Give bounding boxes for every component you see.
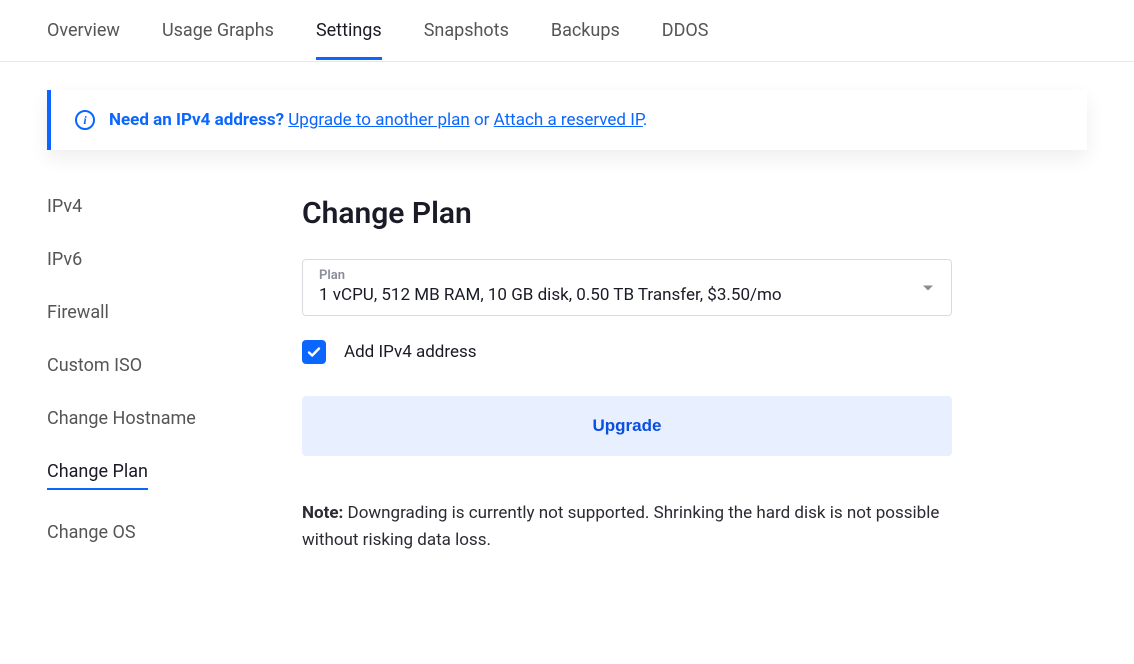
check-icon [306, 344, 322, 360]
note-text: Downgrading is currently not supported. … [302, 503, 939, 550]
plan-select-label: Plan [319, 268, 935, 283]
add-ipv4-label: Add IPv4 address [344, 342, 477, 362]
add-ipv4-row: Add IPv4 address [302, 340, 952, 364]
top-tabs: Overview Usage Graphs Settings Snapshots… [0, 0, 1134, 62]
settings-sidebar: IPv4 IPv6 Firewall Custom ISO Change Hos… [47, 196, 242, 554]
alert-middle: or [474, 110, 494, 130]
note-bold: Note: [302, 503, 343, 523]
sidebar-item-firewall[interactable]: Firewall [47, 302, 109, 323]
sidebar-item-change-plan[interactable]: Change Plan [47, 461, 148, 490]
tab-usage-graphs[interactable]: Usage Graphs [162, 2, 274, 59]
alert-link-attach-ip[interactable]: Attach a reserved IP [494, 110, 643, 130]
tab-settings[interactable]: Settings [316, 2, 382, 59]
sidebar-item-ipv6[interactable]: IPv6 [47, 249, 82, 270]
content-panel: Change Plan Plan 1 vCPU, 512 MB RAM, 10 … [302, 196, 952, 554]
tab-backups[interactable]: Backups [551, 2, 620, 59]
chevron-down-icon [923, 285, 933, 290]
alert-link-upgrade-plan[interactable]: Upgrade to another plan [288, 110, 469, 130]
info-icon [75, 110, 95, 130]
plan-select-value: 1 vCPU, 512 MB RAM, 10 GB disk, 0.50 TB … [319, 285, 935, 305]
alert-container: Need an IPv4 address? Upgrade to another… [0, 62, 1134, 150]
upgrade-button[interactable]: Upgrade [302, 396, 952, 456]
tab-overview[interactable]: Overview [47, 2, 120, 59]
sidebar-item-custom-iso[interactable]: Custom ISO [47, 355, 142, 376]
plan-select[interactable]: Plan 1 vCPU, 512 MB RAM, 10 GB disk, 0.5… [302, 259, 952, 316]
sidebar-item-change-hostname[interactable]: Change Hostname [47, 408, 196, 429]
ipv4-alert: Need an IPv4 address? Upgrade to another… [47, 90, 1087, 150]
page-title: Change Plan [302, 196, 952, 231]
sidebar-item-change-os[interactable]: Change OS [47, 522, 136, 543]
alert-question: Need an IPv4 address? [109, 110, 284, 130]
main-area: IPv4 IPv6 Firewall Custom ISO Change Hos… [0, 150, 1134, 554]
alert-end: . [643, 110, 647, 130]
tab-snapshots[interactable]: Snapshots [424, 2, 509, 59]
downgrade-note: Note: Downgrading is currently not suppo… [302, 500, 952, 554]
sidebar-item-ipv4[interactable]: IPv4 [47, 196, 82, 217]
add-ipv4-checkbox[interactable] [302, 340, 326, 364]
alert-text: Need an IPv4 address? Upgrade to another… [109, 110, 647, 130]
tab-ddos[interactable]: DDOS [662, 2, 709, 59]
